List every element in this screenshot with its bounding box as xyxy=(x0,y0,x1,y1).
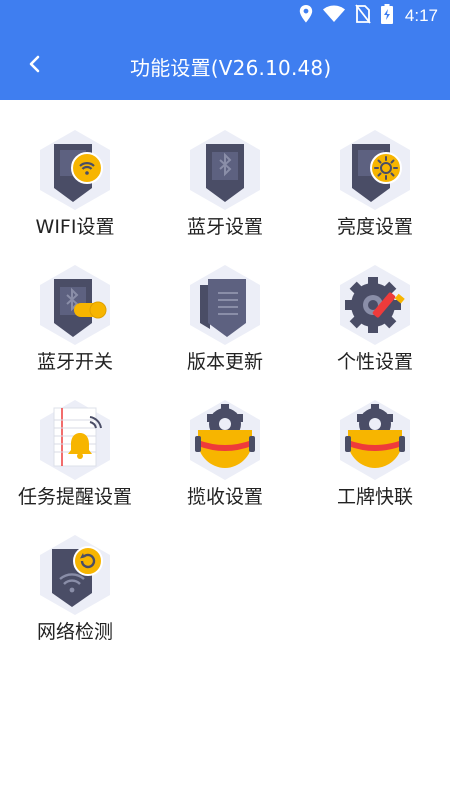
pickup-settings-item[interactable]: 揽收设置 xyxy=(150,370,300,508)
back-button[interactable] xyxy=(18,50,50,82)
network-check-icon xyxy=(40,535,110,615)
location-icon xyxy=(299,5,313,27)
brightness-settings-item[interactable]: 亮度设置 xyxy=(300,100,450,238)
battery-charging-icon xyxy=(380,4,393,28)
brightness-settings-icon xyxy=(340,130,410,210)
personalization-gear-icon xyxy=(340,265,410,345)
version-update-item[interactable]: 版本更新 xyxy=(150,235,300,373)
wifi-settings-icon xyxy=(40,130,110,210)
bluetooth-switch-item[interactable]: 蓝牙开关 xyxy=(0,235,150,373)
version-update-icon xyxy=(190,265,260,345)
item-label: 工牌快联 xyxy=(336,486,413,508)
pickup-robot-icon xyxy=(190,400,260,480)
item-label: 揽收设置 xyxy=(186,486,263,508)
bluetooth-toggle-icon xyxy=(40,265,110,345)
back-arrow-icon xyxy=(27,54,41,78)
badge-robot-icon xyxy=(340,400,410,480)
app-bar: 功能设置(V26.10.48) xyxy=(0,32,450,100)
bluetooth-settings-item[interactable]: 蓝牙设置 xyxy=(150,100,300,238)
item-label: 网络检测 xyxy=(36,621,113,643)
task-reminder-item[interactable]: 任务提醒设置 xyxy=(0,370,150,508)
network-check-item[interactable]: 网络检测 xyxy=(0,505,150,643)
page-title: 功能设置(V26.10.48) xyxy=(130,56,332,80)
status-bar: 4:17 xyxy=(0,0,450,32)
status-time: 4:17 xyxy=(404,6,438,25)
personalization-item[interactable]: 个性设置 xyxy=(300,235,450,373)
status-icons: 4:17 xyxy=(299,4,438,28)
wifi-signal-icon xyxy=(322,5,345,27)
badge-link-item[interactable]: 工牌快联 xyxy=(300,370,450,508)
no-sim-icon xyxy=(355,4,371,28)
bluetooth-settings-icon xyxy=(190,130,260,210)
task-reminder-bell-icon xyxy=(40,400,110,480)
wifi-settings-item[interactable]: WIFI设置 xyxy=(0,100,150,238)
